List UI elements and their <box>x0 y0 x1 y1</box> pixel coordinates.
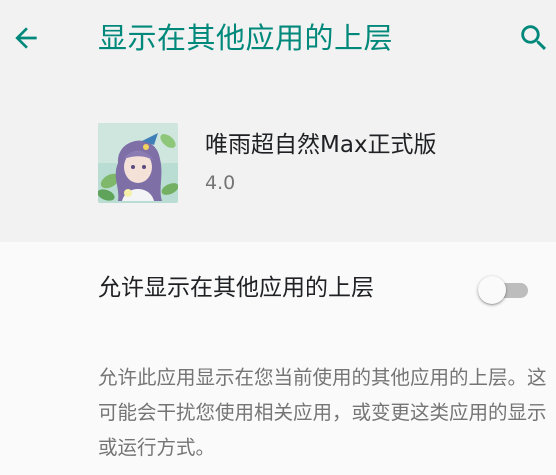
search-icon <box>521 25 547 51</box>
allow-overlay-setting[interactable]: 允许显示在其他应用的上层 <box>0 242 556 338</box>
setting-label: 允许显示在其他应用的上层 <box>98 275 374 301</box>
search-button[interactable] <box>514 18 554 58</box>
app-bar: 显示在其他应用的上层 <box>0 0 556 78</box>
app-version: 4.0 <box>205 172 236 194</box>
app-info-header: 唯雨超自然Max正式版 4.0 <box>0 78 556 242</box>
arrow-back-icon <box>15 27 37 49</box>
back-button[interactable] <box>6 18 46 58</box>
setting-description: 允许此应用显示在您当前使用的其他应用的上层。这可能会干扰您使用相关应用，或变更这… <box>98 366 547 459</box>
app-name: 唯雨超自然Max正式版 <box>205 132 437 158</box>
allow-overlay-toggle[interactable] <box>478 275 536 305</box>
app-icon <box>98 123 178 203</box>
page-title: 显示在其他应用的上层 <box>98 21 394 55</box>
toggle-thumb <box>478 276 506 304</box>
